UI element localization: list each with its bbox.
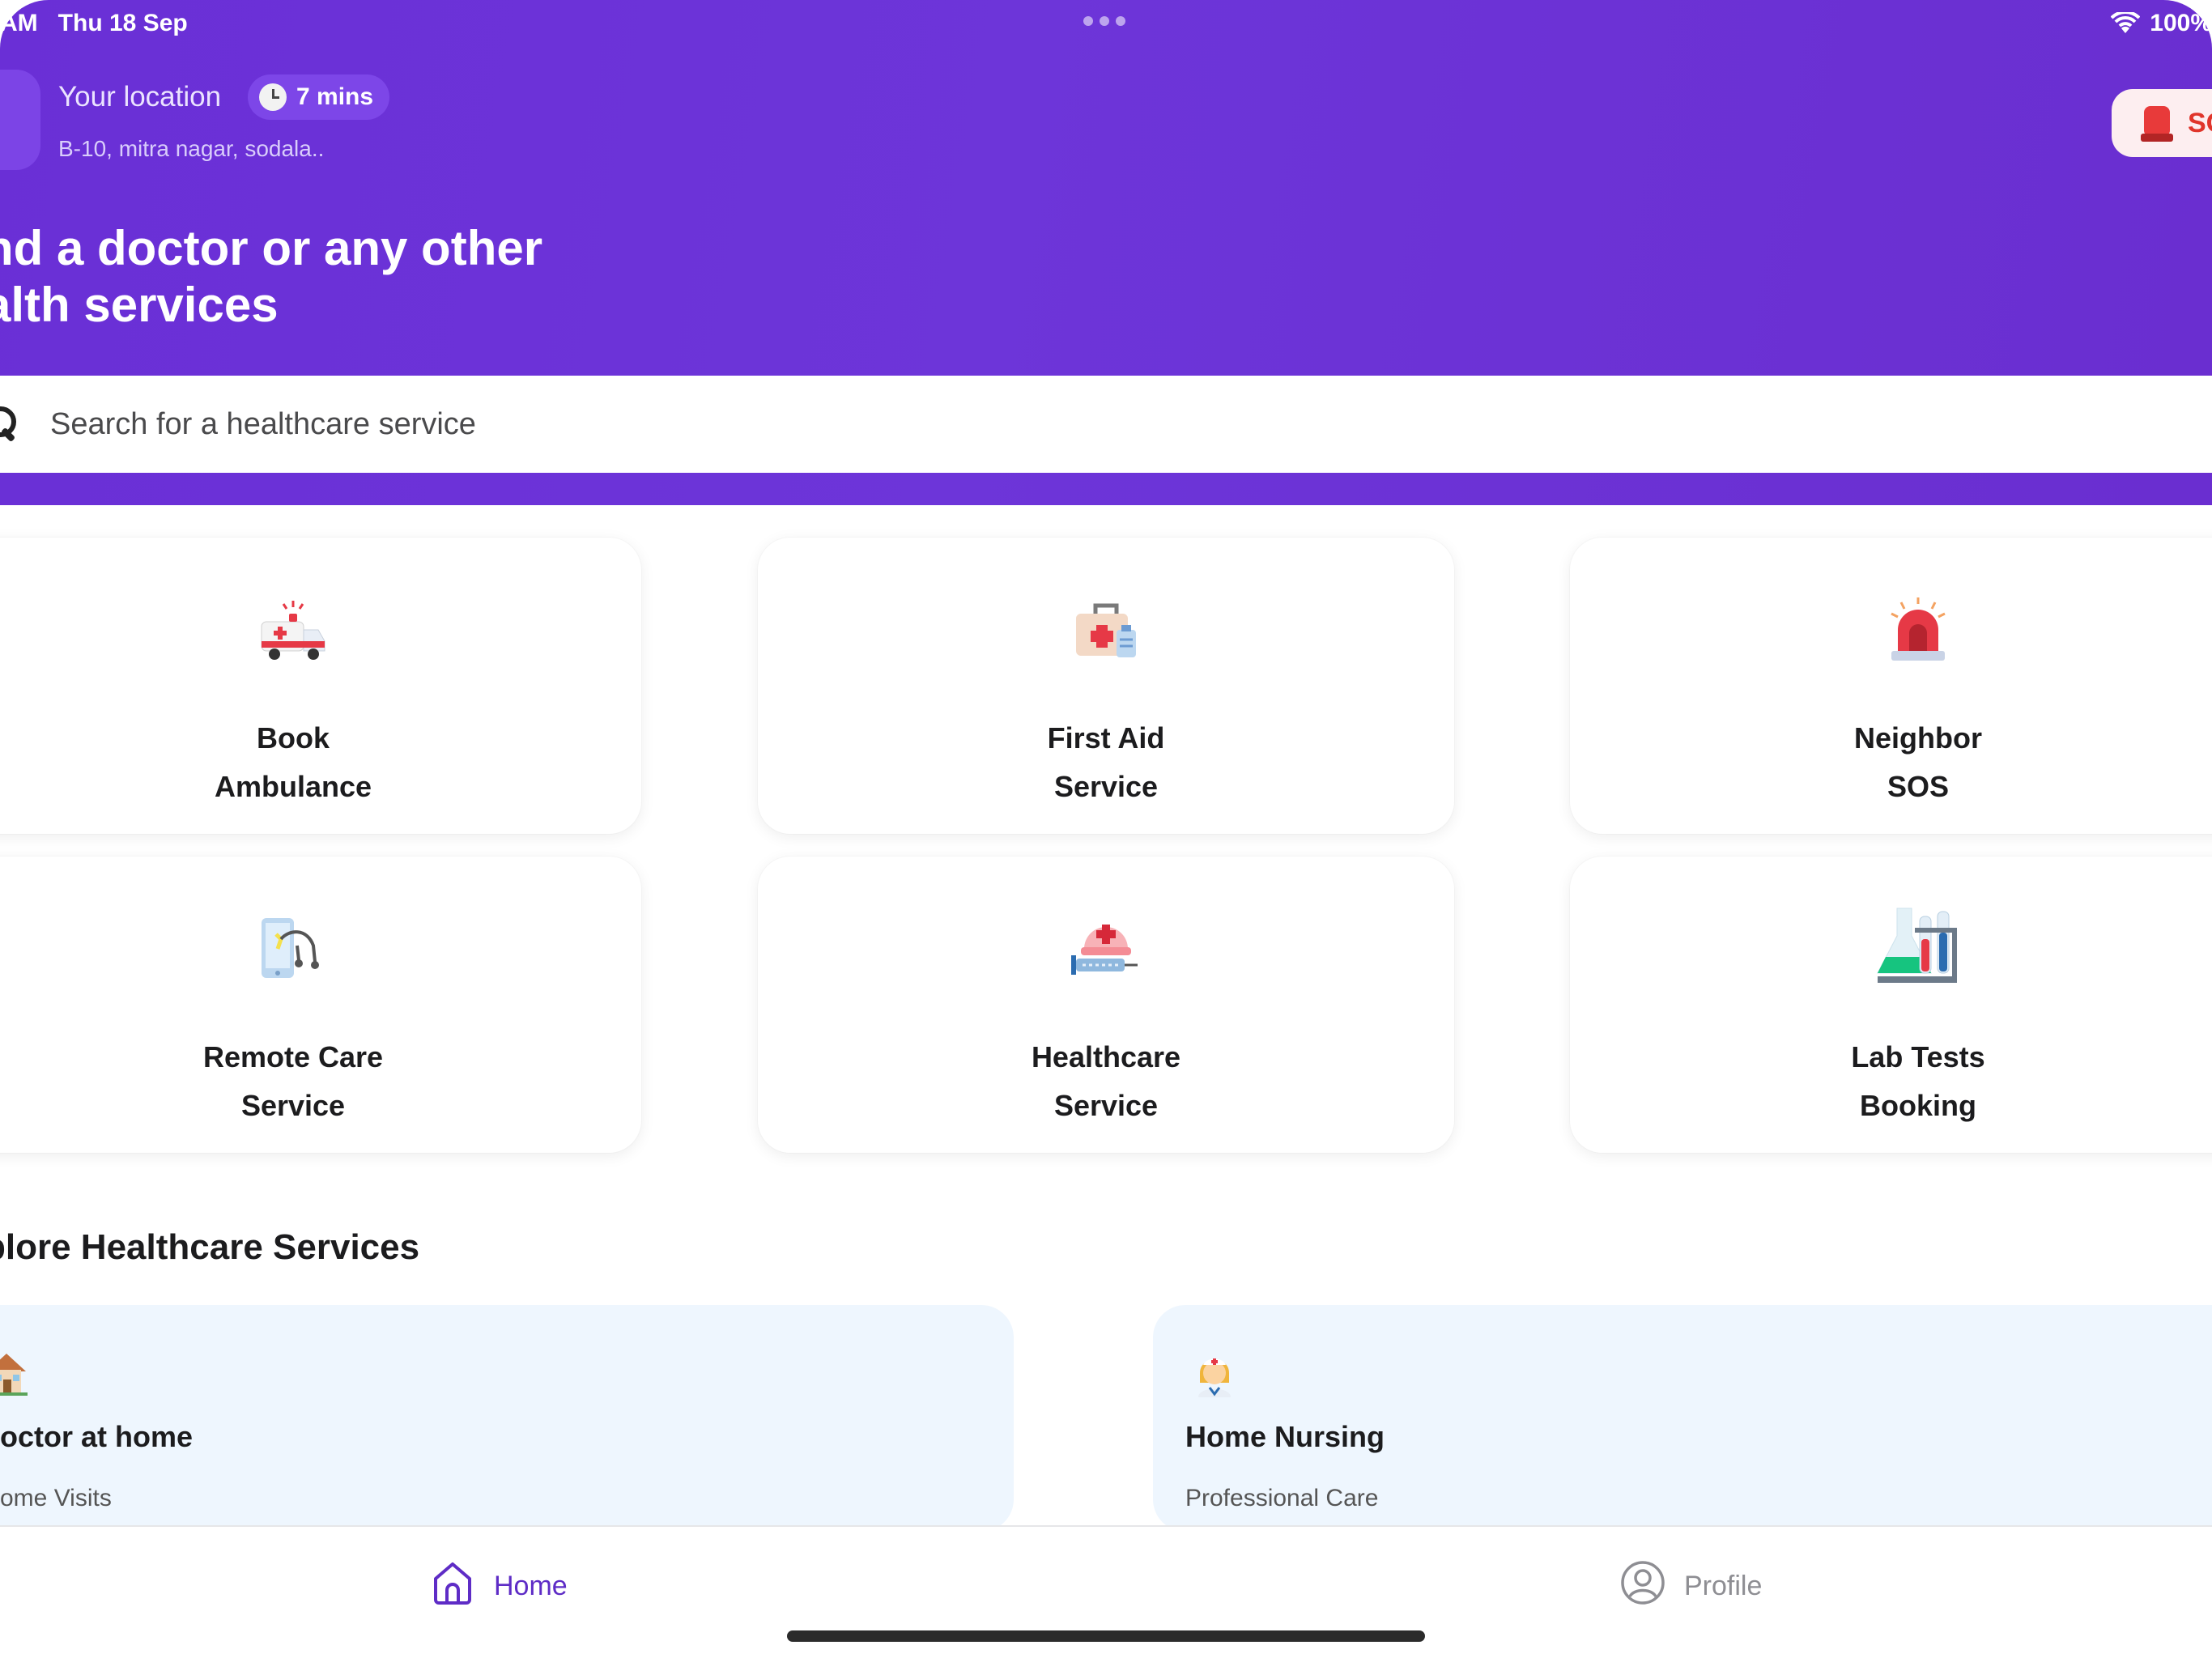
home-indicator[interactable] <box>787 1630 1425 1642</box>
remote-care-icon <box>257 913 330 986</box>
service-card-label: Remote Care Service <box>202 1040 384 1122</box>
sos-button[interactable]: SOS <box>2112 89 2212 157</box>
service-card-remote-care[interactable]: Remote Care Service <box>0 857 641 1153</box>
service-card-first-aid[interactable]: First Aid Service <box>758 538 1454 834</box>
wifi-icon <box>2110 10 2141 35</box>
tab-profile[interactable]: Profile <box>1619 1558 1762 1614</box>
eta-text: 7 mins <box>296 83 374 110</box>
explore-card-title: octor at home <box>0 1420 194 1453</box>
tab-home-label: Home <box>494 1570 568 1601</box>
service-card-label: Healthcare Service <box>1031 1040 1181 1122</box>
status-indicators: 100% <box>2110 10 2212 37</box>
service-card-book-ambulance[interactable]: Book Ambulance <box>0 538 641 834</box>
location-address[interactable]: B-10, mitra nagar, sodala.. <box>58 136 324 162</box>
sos-label: SOS <box>2188 107 2212 138</box>
explore-card-subtitle: Professional Care <box>1185 1485 1379 1511</box>
search-input[interactable] <box>50 400 2155 449</box>
page-title: nd a doctor or any other alth services <box>0 220 542 334</box>
multitasking-dots[interactable] <box>1083 16 1129 28</box>
service-card-healthcare[interactable]: Healthcare Service <box>758 857 1454 1153</box>
section-title-explore: plore Healthcare Services <box>0 1227 420 1267</box>
tab-profile-label: Profile <box>1684 1570 1763 1601</box>
tab-home[interactable]: Home <box>429 1558 568 1614</box>
first-aid-kit-icon <box>1070 594 1142 667</box>
title-line-1: nd a doctor or any other <box>0 221 543 275</box>
nurse-icon <box>1192 1349 1237 1397</box>
house-icon <box>0 1349 29 1397</box>
battery-level: 100% <box>2150 10 2212 36</box>
home-icon <box>429 1559 476 1613</box>
explore-card-home-nursing[interactable]: Home Nursing Professional Care <box>1153 1305 2212 1532</box>
status-time: AM Thu 18 Sep <box>0 10 188 37</box>
nurse-syringe-icon <box>1070 913 1142 986</box>
service-card-label: Lab Tests Booking <box>1851 1040 1985 1122</box>
eta-badge: 7 mins <box>248 74 390 120</box>
siren-icon <box>1882 594 1955 667</box>
search-bar[interactable] <box>0 376 2212 473</box>
location-pin-icon[interactable] <box>0 70 40 170</box>
app-screen: AM Thu 18 Sep 100% Your location 7 mins … <box>0 0 2212 1658</box>
explore-card-doctor-at-home[interactable]: octor at home ome Visits <box>0 1305 1014 1532</box>
profile-icon <box>1619 1559 1666 1613</box>
search-icon <box>0 406 21 442</box>
explore-card-title: Home Nursing <box>1185 1420 1385 1453</box>
service-card-neighbor-sos[interactable]: Neighbor SOS <box>1570 538 2212 834</box>
lab-flask-icon <box>1870 903 1967 988</box>
service-card-label: Book Ambulance <box>214 721 372 803</box>
siren-icon <box>2141 104 2173 142</box>
service-card-label: Neighbor SOS <box>1854 721 1982 803</box>
title-line-2: alth services <box>0 278 279 332</box>
status-clock: AM <box>0 10 38 36</box>
header-banner: AM Thu 18 Sep 100% Your location 7 mins … <box>0 0 2212 505</box>
service-card-label: First Aid Service <box>1047 721 1165 803</box>
explore-card-subtitle: ome Visits <box>0 1485 112 1511</box>
service-card-lab-tests[interactable]: Lab Tests Booking <box>1570 857 2212 1153</box>
ambulance-icon <box>257 594 330 667</box>
location-label[interactable]: Your location <box>58 81 221 113</box>
clock-icon <box>259 83 287 111</box>
status-date: Thu 18 Sep <box>57 10 188 36</box>
